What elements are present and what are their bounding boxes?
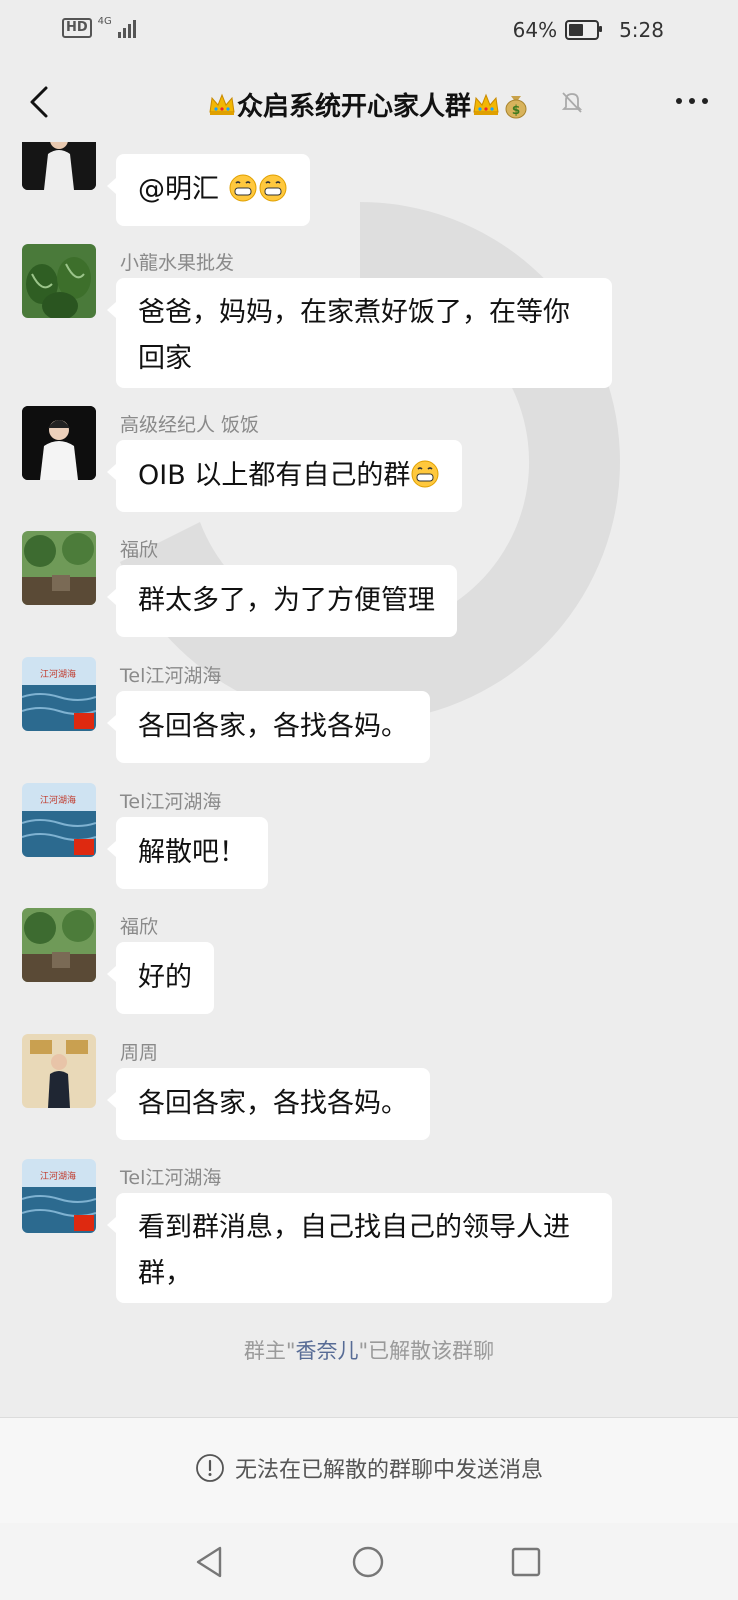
avatar-caption: 江河湖海: [40, 1170, 76, 1182]
chat-header: 众启系统开心家人群 $: [0, 62, 738, 142]
message-text: 解散吧！: [138, 837, 246, 868]
square-recents-icon[interactable]: [510, 1546, 542, 1578]
message-text: @明汇: [138, 174, 228, 205]
message-bubble[interactable]: 群太多了，为了方便管理: [107, 565, 457, 637]
chat-title-text: 众启系统开心家人群: [236, 92, 471, 122]
crown-emoji: [473, 93, 499, 115]
sender-name: Tel江河湖海: [120, 1167, 222, 1189]
avatar[interactable]: [22, 908, 96, 982]
status-right: 64% 5:28: [513, 18, 664, 42]
message-bubble[interactable]: @明汇: [107, 154, 310, 226]
message-text: OIB 以上都有自己的群: [138, 460, 411, 491]
chevron-left-icon[interactable]: [22, 80, 62, 124]
circle-home-icon[interactable]: [351, 1545, 385, 1579]
avatar[interactable]: [22, 244, 96, 318]
message-bubble[interactable]: 看到群消息，自己找自己的领导人进群，: [107, 1193, 612, 1303]
avatar[interactable]: [22, 531, 96, 605]
crown-emoji: [209, 93, 235, 115]
message-bubble[interactable]: OIB 以上都有自己的群: [106, 440, 463, 512]
system-notice: 群主"香奈儿"已解散该群聊: [0, 1335, 738, 1365]
notice-prefix: 群主": [243, 1339, 296, 1363]
status-left: HD 4G: [62, 16, 140, 38]
notice-suffix: "已解散该群聊: [358, 1339, 495, 1363]
message-text: 好的: [138, 962, 192, 993]
hd-badge: HD: [62, 18, 92, 38]
message-text: 看到群消息，自己找自己的领导人进群，: [138, 1212, 570, 1289]
sender-name: 福欣: [120, 539, 159, 561]
money-bag-emoji: $: [505, 96, 527, 119]
exclamation-circle-icon: [196, 1454, 224, 1482]
avatar[interactable]: [22, 1034, 96, 1108]
china-flag-icon: [74, 713, 94, 729]
group-owner-link[interactable]: 香奈儿: [296, 1339, 359, 1363]
message-bubble[interactable]: 好的: [107, 942, 214, 1014]
battery-icon: [565, 20, 603, 40]
sender-name: 周周: [120, 1042, 159, 1064]
system-navigation: [0, 1523, 738, 1600]
svg-text:$: $: [512, 103, 520, 117]
message-text: 爸爸，妈妈，在家煮好饭了，在等你回家: [138, 297, 570, 374]
input-disabled-text: 无法在已解散的群聊中发送消息: [234, 1458, 543, 1483]
triangle-back-icon[interactable]: [194, 1545, 226, 1579]
input-bar: 无法在已解散的群聊中发送消息: [0, 1417, 738, 1524]
sender-name: Tel江河湖海: [120, 665, 222, 687]
message-text: 各回各家，各找各妈。: [138, 1088, 408, 1119]
avatar[interactable]: [22, 406, 96, 480]
signal-icon: 4G: [97, 16, 140, 38]
china-flag-icon: [74, 839, 94, 855]
avatar[interactable]: 江河湖海: [22, 657, 96, 731]
avatar[interactable]: 江河湖海: [22, 1159, 96, 1233]
chat-area[interactable]: @明汇 小龍水果批发 爸爸，妈妈，在家煮好饭了，在等你回家 高级经纪人 饭饭 O…: [0, 142, 738, 1417]
clock: 5:28: [619, 18, 664, 42]
bell-slash-icon: [561, 92, 583, 113]
network-label: 4G: [97, 16, 112, 27]
avatar-caption: 江河湖海: [40, 668, 76, 680]
avatar[interactable]: [22, 142, 96, 190]
message-text: 群太多了，为了方便管理: [138, 585, 435, 616]
grin-emoji: [259, 174, 287, 202]
message-bubble[interactable]: 爸爸，妈妈，在家煮好饭了，在等你回家: [107, 278, 612, 388]
message-bubble[interactable]: 解散吧！: [107, 817, 268, 889]
sender-name: Tel江河湖海: [120, 791, 222, 813]
grin-emoji: [229, 174, 257, 202]
chat-title: 众启系统开心家人群 $: [120, 86, 618, 123]
status-bar: HD 4G 64% 5:28: [0, 0, 738, 62]
sender-name: 福欣: [120, 916, 159, 938]
sender-name: 小龍水果批发: [120, 252, 235, 274]
grin-emoji: [411, 460, 439, 488]
more-dots-icon[interactable]: [676, 98, 708, 104]
message-bubble[interactable]: 各回各家，各找各妈。: [107, 691, 430, 763]
sender-name: 高级经纪人 饭饭: [120, 414, 260, 436]
avatar-caption: 江河湖海: [40, 794, 76, 806]
battery-percent: 64%: [512, 18, 558, 42]
message-text: 各回各家，各找各妈。: [138, 711, 408, 742]
avatar[interactable]: 江河湖海: [22, 783, 96, 857]
china-flag-icon: [74, 1215, 94, 1231]
message-bubble[interactable]: 各回各家，各找各妈。: [107, 1068, 430, 1140]
